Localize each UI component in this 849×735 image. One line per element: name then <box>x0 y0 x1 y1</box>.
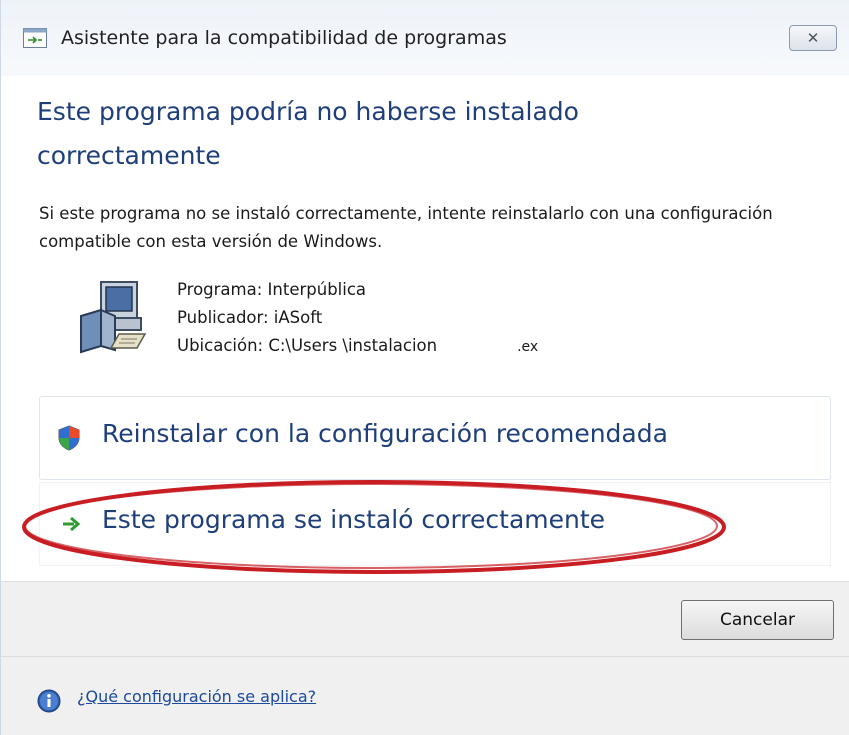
main-content: Este programa podría no haberse instalad… <box>1 76 849 581</box>
description-text: Si este programa no se instaló correctam… <box>39 204 773 251</box>
installed-option-label: Este programa se instaló correctamente <box>102 505 606 534</box>
page-title: Este programa podría no haberse instalad… <box>37 97 579 170</box>
location-extension: .ex <box>517 339 539 355</box>
program-info: Programa: Interpública Publicador: iASof… <box>177 276 538 361</box>
reinstall-option-label: Reinstalar con la configuración recomend… <box>102 419 668 448</box>
program-location: Ubicación: C:\Users \instalacion .ex <box>177 332 538 361</box>
close-icon: ✕ <box>806 29 820 47</box>
reinstall-recommended-option[interactable]: Reinstalar con la configuración recomend… <box>39 396 831 480</box>
cancel-button[interactable]: Cancelar <box>681 600 834 640</box>
compatibility-assistant-window: Asistente para la compatibilidad de prog… <box>0 0 849 735</box>
info-icon <box>37 689 61 713</box>
green-arrow-icon <box>63 516 80 532</box>
installer-program-icon <box>80 281 147 354</box>
publisher-name: Publicador: iASoft <box>177 308 323 327</box>
shield-icon <box>58 425 80 451</box>
location-path: Ubicación: C:\Users \instalacion <box>177 336 438 355</box>
close-button[interactable]: ✕ <box>789 25 837 51</box>
footer-divider <box>1 656 849 657</box>
installed-correctly-option[interactable]: Este programa se instaló correctamente <box>39 482 831 566</box>
window-title: Asistente para la compatibilidad de prog… <box>61 27 507 49</box>
program-name: Programa: Interpública <box>177 280 367 299</box>
footer-area: Cancelar ¿Qué configuración se aplica? <box>1 581 849 735</box>
title-bar: Asistente para la compatibilidad de prog… <box>1 0 849 76</box>
app-window-icon <box>23 28 47 48</box>
help-link[interactable]: ¿Qué configuración se aplica? <box>77 687 316 706</box>
